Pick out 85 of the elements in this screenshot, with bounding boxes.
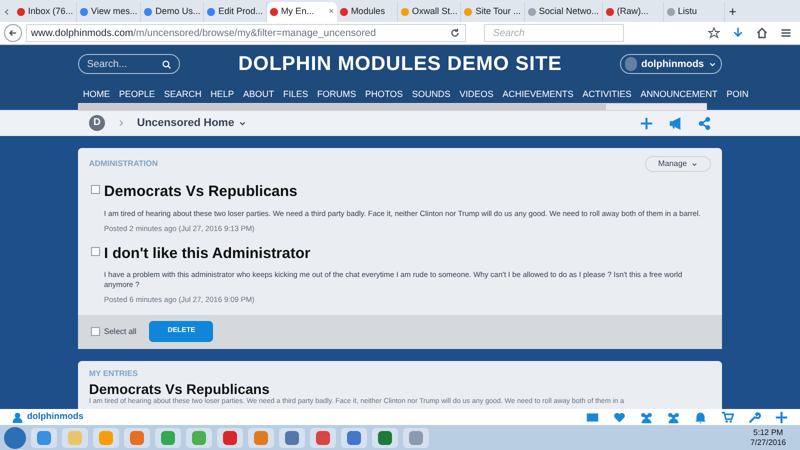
tab-title: Inbox (76... <box>28 5 74 18</box>
star-icon[interactable] <box>708 27 720 39</box>
nav-link[interactable]: ACTIVITIES <box>582 88 632 102</box>
site-title: DOLPHIN MODULES DEMO SITE <box>238 52 562 77</box>
share-icon[interactable] <box>698 116 711 130</box>
back-arrow-icon <box>8 28 18 38</box>
tab-title: Oxwall St... <box>412 5 458 18</box>
megaphone-icon[interactable] <box>669 116 682 130</box>
url-path: /m/uncensored/browse/my&filter=manage_uncensored <box>133 26 376 40</box>
user-menu-button[interactable]: dolphinmods <box>620 54 722 74</box>
entry-title[interactable]: Democrats Vs Republicans <box>104 181 701 204</box>
checkbox[interactable] <box>91 246 100 256</box>
entry-title[interactable]: Democrats Vs Republicans <box>89 380 711 396</box>
home-icon[interactable] <box>756 27 768 39</box>
taskbar-app-icon[interactable] <box>341 428 367 448</box>
site-search-field[interactable]: Search... <box>78 54 180 74</box>
mail-icon[interactable] <box>586 410 599 424</box>
tab-title: Site Tour ... <box>475 5 521 18</box>
taskbar-app-icon[interactable] <box>217 428 243 448</box>
search-field[interactable]: Search <box>484 24 624 42</box>
breadcrumb-dropdown[interactable]: Uncensored Home <box>137 114 248 132</box>
nav-link[interactable]: FORUMS <box>317 88 356 102</box>
close-icon[interactable]: × <box>326 5 334 19</box>
card-heading: MY ENTRIES <box>89 368 139 380</box>
select-all-label: Select all <box>104 326 136 338</box>
nav-link[interactable]: HOME <box>83 88 110 102</box>
nav-link[interactable]: SEARCH <box>164 88 202 102</box>
nav-link[interactable]: PEOPLE <box>119 88 156 102</box>
add-icon[interactable] <box>775 410 788 424</box>
new-tab-button[interactable]: + <box>724 2 740 22</box>
tab-title: Demo Us... <box>155 5 200 18</box>
group-icon[interactable] <box>640 410 653 424</box>
tab-title: My En... <box>280 5 314 18</box>
avatar[interactable]: D <box>89 115 105 131</box>
nav-link[interactable]: ANNOUNCEMENT <box>640 88 718 102</box>
tab-title: Listu <box>678 5 697 18</box>
search-placeholder: Search... <box>87 58 128 72</box>
nav-link[interactable]: HELP <box>210 88 234 102</box>
clock-date[interactable]: 7/27/2016 <box>750 438 786 448</box>
clock-time[interactable]: 5:12 PM <box>753 428 784 438</box>
cart-icon[interactable] <box>721 410 734 424</box>
tab-title: Edit Prod... <box>218 5 263 18</box>
taskbar-app-icon[interactable] <box>372 428 398 448</box>
nav-link[interactable]: ABOUT <box>243 88 274 102</box>
group-icon[interactable] <box>667 410 680 424</box>
chevron-right-icon <box>117 119 125 127</box>
entry-title[interactable]: I don't like this Administrator <box>104 242 707 266</box>
horizontal-scrollbar[interactable] <box>78 103 707 111</box>
username-link[interactable]: dolphinmods <box>27 410 84 424</box>
tab-title: (Raw)... <box>616 5 648 18</box>
bell-icon[interactable] <box>694 410 707 424</box>
nav-link[interactable]: PHOTOS <box>365 88 403 102</box>
taskbar-app-icon[interactable] <box>403 428 429 448</box>
menu-icon[interactable] <box>780 27 792 39</box>
chevron-down-icon <box>691 160 698 168</box>
card-heading: ADMINISTRATION <box>89 158 158 170</box>
nav-link[interactable]: SOUNDS <box>412 88 450 102</box>
scroll-left-icon[interactable] <box>3 8 11 16</box>
taskbar-app-icon[interactable] <box>31 428 57 448</box>
tab-title: Modules <box>350 5 385 18</box>
taskbar-app-icon[interactable] <box>279 428 305 448</box>
taskbar-app-icon[interactable] <box>124 428 150 448</box>
add-icon[interactable] <box>640 116 653 130</box>
nav-link[interactable]: VIDEOS <box>459 88 494 102</box>
taskbar-app-icon[interactable] <box>155 428 181 448</box>
nav-link[interactable]: POIN <box>726 88 749 102</box>
tab-title: View mes... <box>91 5 138 18</box>
browser-tab[interactable]: My En... × <box>266 2 337 22</box>
start-button[interactable] <box>4 426 26 448</box>
back-button[interactable] <box>4 24 22 42</box>
url-field[interactable]: www.dolphinmods.com/m/uncensored/browse/my&filter=manage_uncensored <box>26 24 466 42</box>
download-icon[interactable] <box>732 27 744 39</box>
heart-icon[interactable] <box>613 410 626 424</box>
checkbox[interactable] <box>91 185 100 194</box>
taskbar-app-icon[interactable] <box>310 428 336 448</box>
nav-link[interactable]: ACHIEVEMENTS <box>502 88 574 102</box>
nav-link[interactable]: FILES <box>283 88 308 102</box>
taskbar-app-icon[interactable] <box>248 428 274 448</box>
tab-title: Social Netwo... <box>538 5 599 18</box>
url-domain: www.dolphinmods.com <box>31 26 134 40</box>
manage-button[interactable]: Manage <box>645 156 711 172</box>
reload-icon[interactable] <box>450 28 460 38</box>
checkbox[interactable] <box>91 327 100 336</box>
taskbar-app-icon[interactable] <box>186 428 212 448</box>
search-icon <box>162 60 171 68</box>
